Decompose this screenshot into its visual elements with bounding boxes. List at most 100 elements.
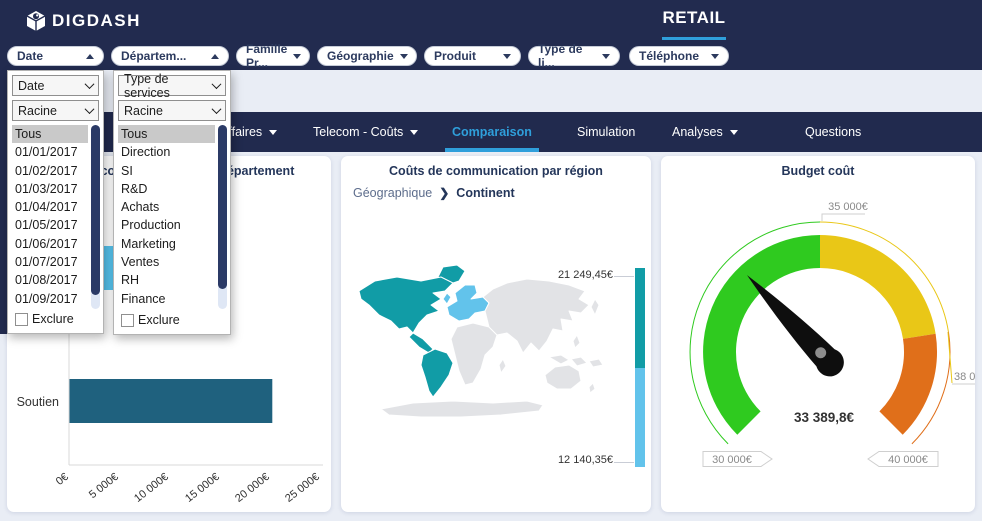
scrollbar-thumb[interactable]	[218, 125, 227, 289]
department-filter-panel: Type de services Racine TousDirectionSIR…	[113, 70, 231, 335]
list-item[interactable]: 01/09/2017	[12, 290, 88, 308]
region-antarctica[interactable]	[381, 401, 543, 417]
list-item[interactable]: 01/01/2017	[12, 143, 88, 161]
filter-pill-label: Téléphone	[639, 49, 699, 63]
threshold-leader-line	[948, 332, 952, 383]
dashboard-tab[interactable]: Analyses	[672, 112, 738, 152]
list-item[interactable]: SI	[118, 162, 215, 180]
digdash-logo-icon	[24, 9, 48, 33]
chevron-down-icon	[269, 130, 277, 135]
bar-soutien[interactable]	[70, 379, 273, 423]
breadcrumb-chevron-icon: ❯	[439, 186, 449, 200]
date-level-select[interactable]: Racine	[12, 100, 99, 121]
list-item[interactable]: 01/03/2017	[12, 180, 88, 198]
card-title: Coûts de communication par région	[341, 164, 651, 178]
region-indonesia-east[interactable]	[571, 357, 587, 366]
region-british-isles[interactable]	[443, 293, 451, 304]
page-title: RETAIL	[610, 8, 778, 28]
filter-pill-label: Date	[17, 49, 43, 63]
svg-text:25 000€: 25 000€	[283, 471, 322, 505]
exclure-label: Exclure	[138, 313, 180, 327]
list-item[interactable]: Tous	[118, 125, 215, 143]
dashboard-tab[interactable]: Telecom - Coûts	[313, 112, 418, 152]
svg-text:20 000€: 20 000€	[233, 471, 272, 505]
list-item[interactable]: R&D	[118, 180, 215, 198]
exclure-checkbox[interactable]	[15, 313, 28, 326]
region-japan[interactable]	[591, 299, 599, 315]
date-value-list: Tous01/01/201701/02/201701/03/201701/04/…	[12, 125, 88, 308]
list-item[interactable]: 01/04/2017	[12, 198, 88, 216]
caret-icon	[400, 54, 408, 59]
date-hierarchy-select[interactable]: Date	[12, 75, 99, 96]
list-item[interactable]: 01/05/2017	[12, 216, 88, 234]
filter-pill[interactable]: Départem...	[111, 46, 229, 66]
list-item[interactable]: Finance	[118, 290, 215, 308]
filter-pill[interactable]: Géographie	[317, 46, 417, 66]
list-item[interactable]: Achats	[118, 198, 215, 216]
date-filter-panel: Date Racine Tous01/01/201701/02/201701/0…	[7, 70, 104, 334]
filter-pill-label: Géographie	[327, 49, 394, 63]
region-australia[interactable]	[545, 365, 581, 389]
svg-text:0€: 0€	[54, 471, 71, 488]
list-item[interactable]: 01/08/2017	[12, 271, 88, 289]
region-philippines[interactable]	[573, 335, 580, 348]
select-value: Type de services	[124, 72, 213, 100]
tab-label: Questions	[805, 112, 861, 152]
list-item[interactable]: 01/02/2017	[12, 162, 88, 180]
gauge-mid-label: 35 000€	[828, 201, 868, 213]
filter-pill[interactable]: Date	[7, 46, 104, 66]
list-item[interactable]: Marketing	[118, 235, 215, 253]
filter-pill-label: Type de li...	[538, 42, 596, 70]
list-item[interactable]: 01/07/2017	[12, 253, 88, 271]
list-item[interactable]: Direction	[118, 143, 215, 161]
list-item[interactable]: RH	[118, 271, 215, 289]
department-level-select[interactable]: Racine	[118, 100, 226, 121]
scrollbar-thumb[interactable]	[91, 125, 100, 295]
chevron-down-icon	[410, 130, 418, 135]
caret-icon	[293, 54, 301, 59]
region-indonesia[interactable]	[549, 355, 569, 364]
filter-pill[interactable]: Produit	[424, 46, 521, 66]
scrollbar[interactable]	[218, 125, 227, 309]
region-central-america[interactable]	[409, 333, 433, 353]
region-africa[interactable]	[451, 323, 497, 385]
exclure-checkbox[interactable]	[121, 314, 134, 327]
filter-pill[interactable]: Téléphone	[629, 46, 729, 66]
tab-label: Analyses	[672, 112, 723, 152]
department-value-list: TousDirectionSIR&DAchatsProductionMarket…	[118, 125, 215, 308]
svg-text:5 000€: 5 000€	[87, 471, 121, 501]
gauge-threshold-label: 38 000€	[954, 371, 975, 383]
breadcrumb-root[interactable]: Géographique	[353, 186, 432, 200]
department-hierarchy-select[interactable]: Type de services	[118, 75, 226, 96]
gauge-max-label: 40 000€	[888, 454, 928, 466]
dashboard-page: DIGDASH RETAIL Date Départem... Famille …	[0, 0, 982, 521]
budget-gauge: 35 000€ 38 000€ 30 000€ 40 000€ 33 389,8…	[661, 156, 975, 512]
region-new-guinea[interactable]	[589, 359, 603, 367]
mid-label-bracket	[822, 214, 865, 221]
filter-pill[interactable]: Type de li...	[528, 46, 620, 66]
dashboard-tab[interactable]: Comparaison	[452, 112, 532, 152]
top-header-bar: DIGDASH RETAIL	[0, 0, 982, 44]
region-south-america[interactable]	[421, 349, 453, 397]
list-item[interactable]: 01/06/2017	[12, 235, 88, 253]
svg-text:10 000€: 10 000€	[132, 471, 171, 505]
dashboard-tab[interactable]: Questions	[805, 112, 861, 152]
list-item[interactable]: Tous	[12, 125, 88, 143]
world-choropleth-map[interactable]	[349, 257, 649, 477]
scrollbar[interactable]	[91, 125, 100, 309]
tab-label: Simulation	[577, 112, 635, 152]
region-new-zealand[interactable]	[589, 383, 595, 393]
list-item[interactable]: Production	[118, 216, 215, 234]
dashboard-tab[interactable]: Simulation	[577, 112, 635, 152]
filter-bar: Date Départem... Famille Pr... Géographi…	[0, 44, 982, 70]
x-axis-tick-labels: 0€ 5 000€ 10 000€ 15 000€ 20 000€ 25 000…	[54, 471, 322, 505]
region-europe[interactable]	[447, 285, 489, 321]
region-madagascar[interactable]	[499, 359, 506, 373]
legend-segment-high	[635, 268, 645, 368]
chevron-down-icon	[212, 104, 222, 114]
category-label: Soutien	[17, 395, 59, 409]
caret-icon	[602, 54, 610, 59]
filter-pill[interactable]: Famille Pr...	[236, 46, 310, 66]
list-item[interactable]: Ventes	[118, 253, 215, 271]
region-north-america[interactable]	[359, 277, 453, 333]
